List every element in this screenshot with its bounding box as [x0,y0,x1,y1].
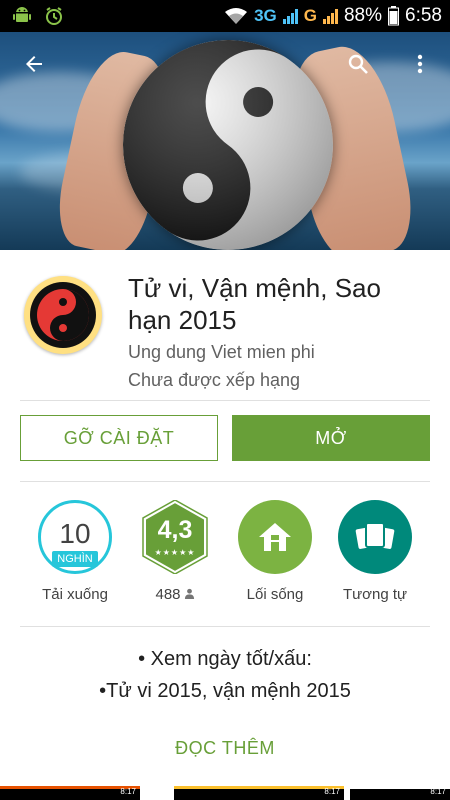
downloads-stat: 10 NGHÌN Tải xuống [30,500,120,603]
category-stat[interactable]: Lối sống [230,500,320,603]
read-more-button[interactable]: ĐỌC THÊM [0,738,450,759]
app-icon [24,276,102,354]
battery-percent: 88% [343,5,383,26]
rating-count-label: 488 [155,586,194,603]
app-header: Tử vi, Vận mệnh, Sao hạn 2015 Ung dung V… [0,250,450,400]
thumbnail-time: 8:17 [120,787,136,796]
screenshot-thumbnail[interactable]: 8:17 [174,786,344,800]
rating-stat[interactable]: 4,3 ★★★★★ 488 [130,500,220,603]
back-arrow-icon[interactable] [14,44,54,84]
alarm-clock-icon [44,6,64,26]
signal-strength-icon [322,8,338,24]
description-line: • Xem ngày tốt/xấu: [138,648,312,670]
downloads-value: 10 [59,518,91,549]
divider [20,481,430,482]
more-vert-icon[interactable] [400,44,440,84]
similar-apps-icon [338,500,412,574]
similar-stat[interactable]: Tương tự [330,500,420,603]
open-button[interactable]: MỞ [232,415,430,461]
network-type-g: G [303,6,317,25]
rating-value: 4,3 [157,516,193,544]
similar-label: Tương tự [342,586,408,603]
screenshot-thumbnail[interactable]: 8:17 [350,786,450,800]
house-icon [238,500,312,574]
screenshot-thumbnail[interactable]: 8:17 [0,786,140,800]
thumbnail-time: 8:17 [324,787,340,796]
clock-time: 6:58 [405,5,442,26]
top-app-bar [0,32,450,96]
app-title: Tử vi, Vận mệnh, Sao hạn 2015 [128,273,381,335]
uninstall-button[interactable]: GỠ CÀI ĐẶT [20,415,218,461]
downloads-label: Tải xuống [42,586,108,603]
network-type-3g: 3G [254,6,277,25]
category-label: Lối sống [246,586,304,603]
android-notification-icon [12,6,32,26]
description-line: •Tử vi 2015, vận mệnh 2015 [99,680,351,702]
feature-banner [0,32,450,250]
person-icon [184,586,195,603]
wifi-icon [224,7,248,25]
divider [20,400,430,401]
downloads-badge: 10 NGHÌN [38,500,112,574]
developer-name[interactable]: Ung dung Viet mien phi [128,342,315,363]
rating-status: Chưa được xếp hạng [128,370,301,390]
rating-count: 488 [155,586,181,603]
battery-icon [388,6,400,26]
downloads-unit: NGHÌN [52,551,98,567]
search-icon[interactable] [338,44,378,84]
divider [20,626,430,627]
thumbnail-time: 8:17 [430,787,446,796]
rating-badge: 4,3 ★★★★★ [138,500,212,574]
status-bar: 3G G 88% 6:58 [0,0,450,32]
signal-strength-icon [282,8,298,24]
rating-stars-icon: ★★★★★ [154,548,196,557]
